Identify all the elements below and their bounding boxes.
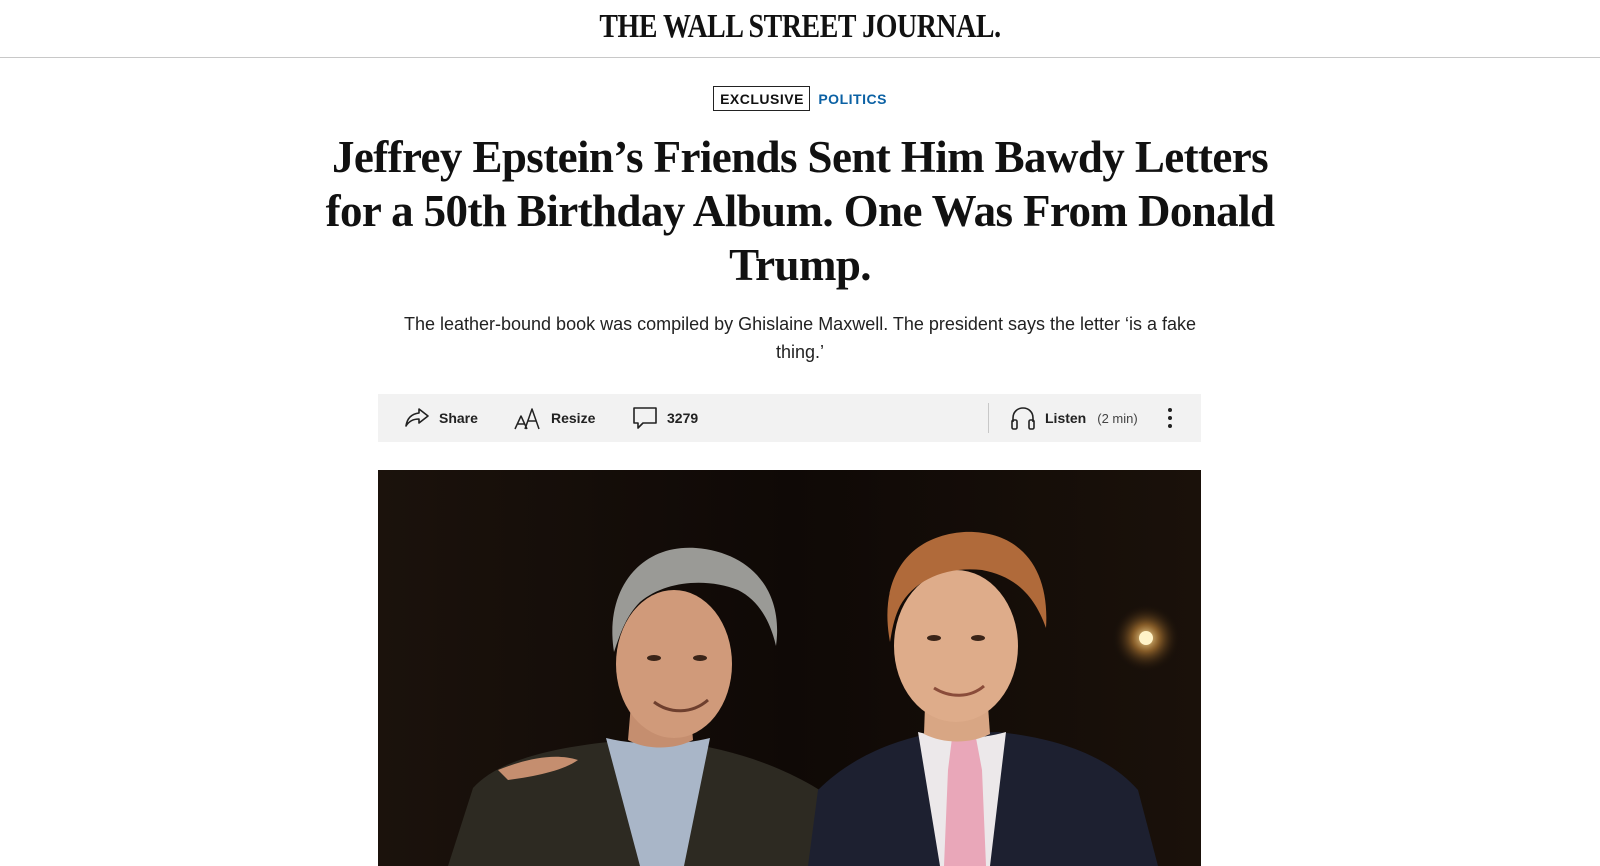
share-button[interactable]: Share	[404, 394, 478, 442]
comment-count: 3279	[667, 410, 699, 426]
listen-label: Listen	[1045, 410, 1087, 426]
section-link-politics[interactable]: POLITICS	[818, 91, 887, 107]
resize-label: Resize	[551, 410, 596, 426]
more-options-button[interactable]	[1162, 406, 1178, 430]
exclusive-badge: EXCLUSIVE	[713, 86, 810, 111]
listen-duration: (2 min)	[1097, 410, 1138, 426]
comment-icon	[632, 406, 658, 430]
hero-photo[interactable]	[378, 470, 1201, 866]
share-icon	[404, 407, 430, 429]
headphones-icon	[1010, 405, 1036, 431]
masthead: THE WALL STREET JOURNAL.	[0, 0, 1600, 58]
share-label: Share	[439, 410, 478, 426]
resize-icon	[514, 406, 542, 430]
comments-button[interactable]: 3279	[632, 394, 698, 442]
hero-photo-illustration	[378, 470, 1201, 866]
more-icon	[1162, 408, 1178, 433]
article-toolbar: Share Resize 3279 Listen (2 min)	[378, 394, 1201, 442]
resize-button[interactable]: Resize	[514, 394, 595, 442]
wsj-logo[interactable]: THE WALL STREET JOURNAL.	[144, 8, 1456, 46]
toolbar-divider	[988, 403, 989, 433]
article-headline: Jeffrey Epstein’s Friends Sent Him Bawdy…	[325, 132, 1275, 290]
article-dek: The leather-bound book was compiled by G…	[403, 314, 1197, 362]
article-flags: EXCLUSIVE POLITICS	[0, 86, 1600, 111]
listen-button[interactable]: Listen (2 min)	[1010, 394, 1138, 442]
